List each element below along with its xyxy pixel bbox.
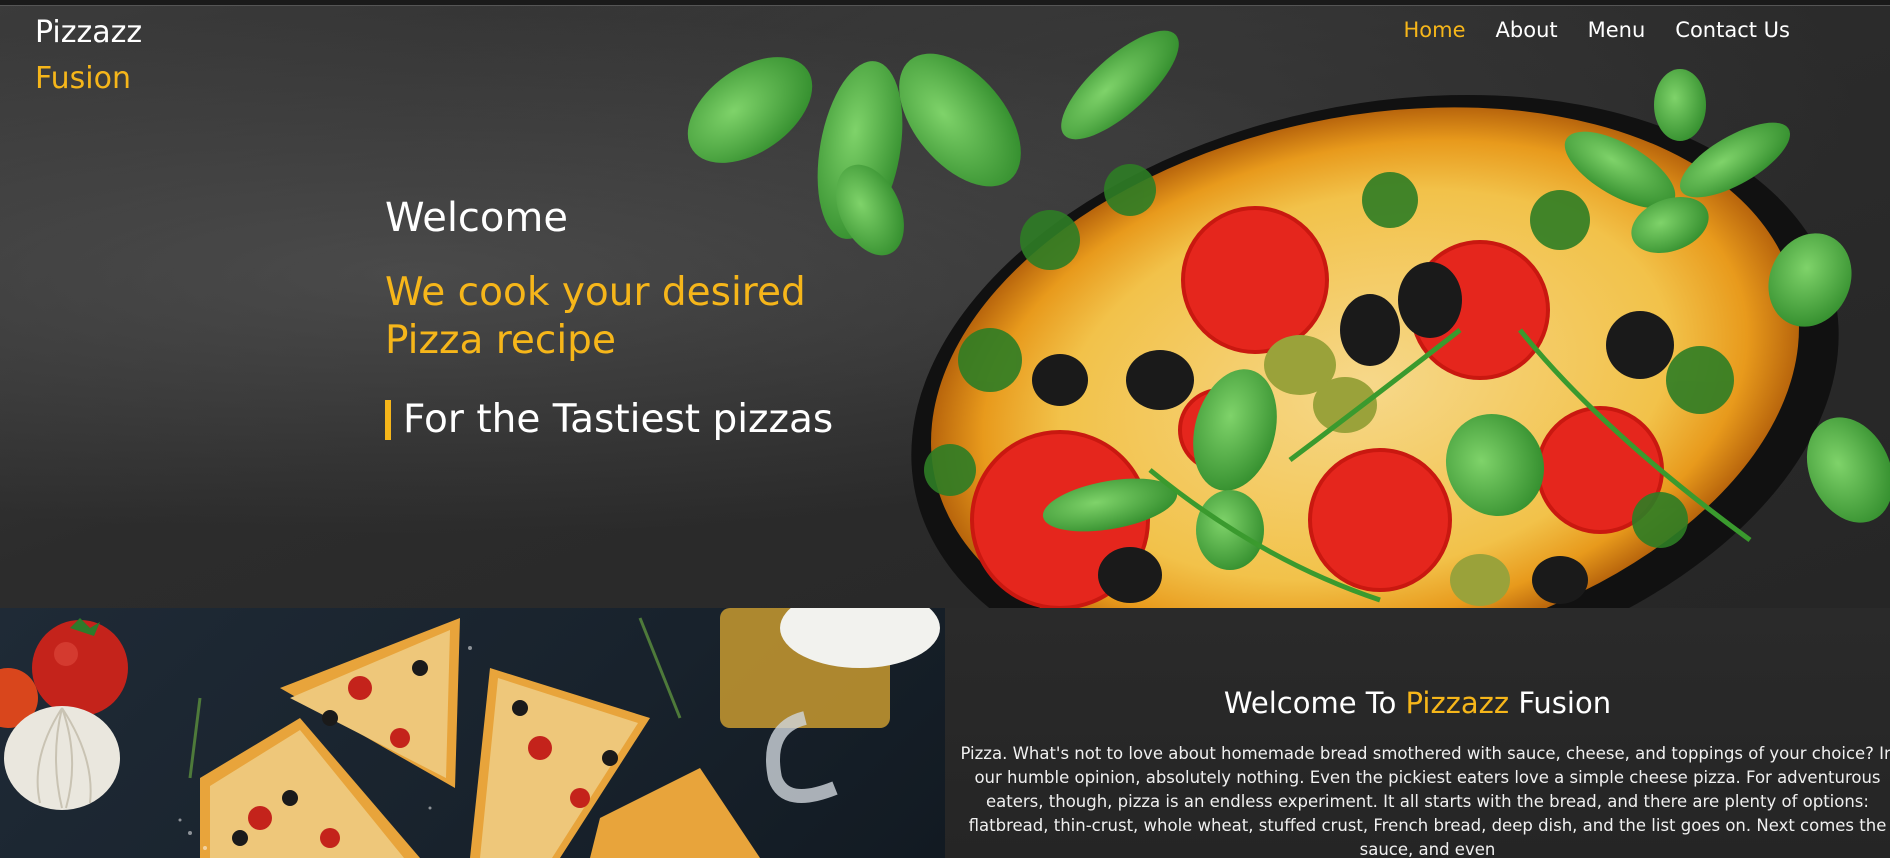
about-heading-suffix: Fusion [1509, 686, 1612, 720]
nav-contact-link[interactable]: Contact Us [1675, 18, 1790, 42]
hero-text-block: Welcome We cook your desired Pizza recip… [385, 195, 855, 442]
nav-home-link[interactable]: Home [1404, 18, 1466, 42]
brand-name-line1: Pizzazz [35, 15, 143, 50]
about-section: Welcome To Pizzazz Fusion Pizza. What's … [945, 608, 1890, 858]
hero-pizza-image [687, 30, 1890, 608]
nav-about-link[interactable]: About [1496, 18, 1558, 42]
hero-welcome: Welcome [385, 195, 568, 241]
brand-logo[interactable]: Pizzazz Fusion [35, 10, 142, 102]
pizza-slices-illustration [0, 608, 940, 858]
brand-name-line2: Fusion [35, 61, 131, 96]
nav-menu-link[interactable]: Menu [1588, 18, 1646, 42]
about-heading: Welcome To Pizzazz Fusion [945, 686, 1890, 720]
hero-section: Pizzazz Fusion Home About Menu Contact U… [0, 0, 1890, 608]
hero-tagline: We cook your desired Pizza recipe [385, 270, 806, 363]
pizza-slices-image [0, 608, 945, 858]
about-heading-highlight: Pizzazz [1405, 686, 1510, 720]
accent-bar [385, 399, 391, 440]
main-nav: Home About Menu Contact Us [1404, 18, 1790, 42]
about-body-text: Pizza. What's not to love about homemade… [960, 744, 1890, 858]
hero-subtitle: For the Tastiest pizzas [385, 397, 855, 442]
about-heading-prefix: Welcome To [1223, 686, 1406, 720]
hero-subtitle-text: For the Tastiest pizzas [403, 397, 834, 442]
